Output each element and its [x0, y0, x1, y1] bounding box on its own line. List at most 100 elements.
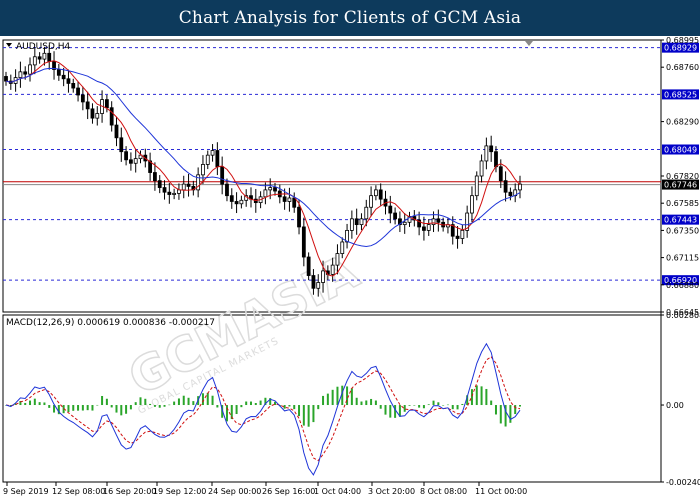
candle-body: [369, 195, 373, 208]
time-tick-label: 12 Sep 08:00: [52, 487, 105, 496]
macd-histogram-bar: [490, 400, 493, 406]
candle-body: [321, 270, 325, 283]
macd-histogram-bar: [480, 386, 483, 406]
macd-histogram-bar: [182, 395, 185, 406]
candle-body: [268, 187, 273, 191]
macd-histogram-bar: [225, 405, 228, 422]
macd-histogram-bar: [129, 405, 132, 410]
candle-body: [201, 164, 205, 176]
macd-histogram-bar: [96, 404, 99, 406]
candle-body: [114, 124, 119, 139]
macd-histogram-bar: [331, 389, 334, 406]
candle-body: [239, 199, 244, 205]
macd-histogram-bar: [350, 388, 353, 406]
candle-body: [287, 197, 292, 202]
macd-histogram-bar: [322, 395, 325, 406]
price-tick-label: 0.67115: [666, 254, 699, 263]
macd-label: MACD(12,26,9) 0.000619 0.000836 -0.00021…: [6, 318, 215, 328]
macd-histogram-bar: [365, 400, 368, 406]
candle-body: [23, 71, 28, 75]
candle-body: [210, 150, 215, 156]
candle-body: [292, 197, 297, 208]
macd-histogram-bar: [149, 403, 152, 406]
macd-histogram-bar: [144, 398, 147, 406]
macd-histogram-bar: [177, 398, 180, 406]
candle-body: [431, 218, 436, 226]
candle-body: [301, 226, 306, 258]
macd-histogram-bar: [235, 405, 238, 415]
macd-histogram-bar: [86, 405, 89, 411]
macd-histogram-bar: [168, 404, 171, 406]
macd-histogram-bar: [374, 400, 377, 406]
macd-histogram-bar: [24, 402, 27, 406]
macd-histogram-bar: [485, 388, 488, 406]
macd-histogram-bar: [173, 401, 176, 406]
macd-histogram-bar: [298, 405, 301, 417]
candle-body: [455, 235, 460, 239]
candle-body: [234, 201, 239, 205]
candle-body: [503, 180, 508, 193]
macd-histogram-bar: [120, 405, 123, 416]
candle-body: [162, 187, 167, 193]
macd-histogram-bar: [519, 405, 521, 407]
macd-histogram-bar: [442, 405, 445, 406]
macd-histogram-bar: [105, 398, 108, 406]
candle-body: [282, 196, 287, 202]
macd-tick-label: 0.00: [666, 401, 684, 410]
macd-histogram-bar: [192, 401, 195, 406]
candle-body: [273, 187, 277, 192]
macd-histogram-bar: [187, 397, 190, 406]
candle-body: [229, 195, 234, 202]
macd-histogram-bar: [456, 405, 459, 410]
macd-histogram-bar: [240, 405, 243, 408]
macd-histogram-bar: [216, 405, 219, 408]
candle-body: [167, 191, 172, 195]
candle-body: [28, 64, 32, 75]
banner-title: Chart Analysis for Clients of GCM Asia: [178, 8, 522, 28]
candle-body: [85, 101, 90, 110]
candle-body: [220, 166, 225, 185]
time-tick-label: 24 Sep 00:00: [208, 487, 261, 496]
price-tick-label: 0.67585: [666, 199, 699, 208]
macd-histogram-bar: [360, 401, 363, 406]
candle-body: [402, 221, 407, 226]
macd-histogram-bar: [72, 405, 75, 411]
macd-histogram-bar: [384, 405, 387, 415]
candle-body: [66, 78, 71, 84]
candle-body: [95, 113, 100, 119]
candle-body: [32, 56, 37, 66]
candle-body: [489, 145, 494, 153]
level-label: 0.67443: [664, 216, 697, 225]
macd-histogram-bar: [139, 397, 142, 406]
candle-body: [494, 151, 498, 168]
candle-body: [42, 52, 47, 60]
candle-body: [153, 172, 157, 182]
macd-histogram-bar: [379, 405, 382, 409]
candle-body: [479, 160, 484, 177]
macd-histogram-bar: [67, 405, 70, 412]
macd-histogram-bar: [509, 405, 512, 423]
candle-body: [378, 189, 383, 200]
candle-body: [128, 159, 133, 164]
candle-body: [484, 145, 489, 162]
candle-body: [76, 87, 80, 96]
candle-body: [47, 52, 52, 62]
macd-histogram-bar: [293, 405, 296, 410]
symbol-label: AUDUSD,H4: [16, 42, 71, 52]
macd-histogram-bar: [403, 405, 406, 412]
candle-body: [460, 229, 465, 239]
time-tick-label: 3 Oct 20:00: [368, 487, 415, 496]
macd-histogram-bar: [461, 403, 464, 406]
macd-histogram-bar: [38, 402, 41, 406]
price-tick-label: 0.68290: [666, 118, 699, 127]
macd-histogram-bar: [427, 404, 430, 406]
macd-histogram-bar: [389, 405, 392, 418]
macd-histogram-bar: [101, 395, 104, 406]
candle-body: [422, 226, 426, 231]
candle-body: [359, 218, 364, 226]
candle-body: [498, 166, 503, 182]
chart-banner: Chart Analysis for Clients of GCM Asia: [0, 0, 700, 36]
macd-histogram-bar: [394, 405, 397, 418]
macd-histogram-bar: [77, 405, 80, 411]
macd-histogram-bar: [475, 385, 478, 406]
